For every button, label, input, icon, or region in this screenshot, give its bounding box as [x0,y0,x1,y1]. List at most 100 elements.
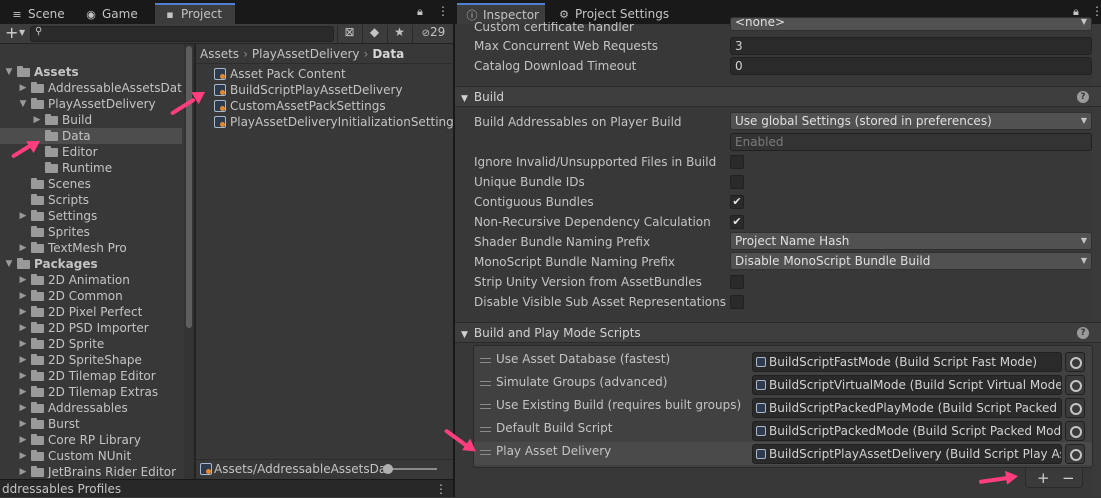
favorites-button[interactable]: ★ [387,25,411,43]
chevron-down-icon[interactable]: ▼ [4,256,14,272]
tree-item[interactable]: ▶ AddressableAssetsData [0,80,182,96]
contiguous-bundles-checkbox[interactable]: ✔ [730,195,744,209]
chevron-right-icon[interactable]: ▶ [18,448,28,464]
max-concurrent-requests-field[interactable]: 3 [730,37,1092,55]
shader-bundle-prefix-dropdown[interactable]: Project Name Hash [730,232,1092,250]
lock-icon[interactable]: 🔒︎ [417,5,423,19]
drag-handle-icon[interactable] [480,358,491,363]
chevron-right-icon[interactable]: ▶ [18,240,28,256]
object-picker-icon[interactable] [1065,352,1085,372]
list-item[interactable]: Simulate Groups (advanced) BuildScriptVi… [474,373,1092,396]
tree-item[interactable]: ▼ Assets [0,64,182,80]
object-picker-icon[interactable] [1065,398,1085,418]
tab-scene[interactable]: ≡ Scene [2,3,73,24]
script-object-field[interactable]: BuildScriptPackedPlayMode (Build Script … [752,398,1062,418]
tree-item[interactable]: ▼ PlayAssetDelivery [0,96,182,112]
object-picker-icon[interactable] [1065,375,1085,395]
scrollbar-thumb[interactable] [186,46,192,328]
list-item[interactable]: Default Build Script BuildScriptPackedMo… [474,419,1092,442]
build-section-header[interactable]: ▼ Build ? [455,86,1101,107]
chevron-down-icon[interactable]: ▼ [19,28,25,37]
tree-item[interactable]: ▶ Burst [0,416,182,432]
monoscript-bundle-prefix-dropdown[interactable]: Disable MonoScript Bundle Build [730,252,1092,270]
ignore-invalid-files-checkbox[interactable] [730,155,744,169]
tab-project-settings[interactable]: ⚙ Project Settings [549,3,677,24]
tree-item[interactable]: ▶ Addressables [0,400,182,416]
disable-sub-asset-checkbox[interactable] [730,295,744,309]
tree-item[interactable]: ▶ 2D Animation [0,272,182,288]
kebab-menu-icon[interactable]: ⋮ [435,480,447,498]
tree-item[interactable]: ▶ Build [0,112,182,128]
chevron-down-icon[interactable]: ▼ [18,96,28,112]
scripts-section-header[interactable]: ▼ Build and Play Mode Scripts ? [455,322,1101,343]
tree-item[interactable]: ▶ 2D Sprite [0,336,182,352]
slider-knob[interactable] [383,464,393,474]
strip-unity-version-checkbox[interactable] [730,275,744,289]
script-object-field[interactable]: BuildScriptVirtualMode (Build Script Vir… [752,375,1062,395]
help-icon[interactable]: ? [1077,91,1089,103]
chevron-down-icon[interactable]: ▼ [4,64,14,80]
search-by-type-button[interactable]: ⊠ [337,25,361,43]
tree-item[interactable]: Scripts [0,192,182,208]
tree-item[interactable]: ▶ Settings [0,208,182,224]
drag-handle-icon[interactable] [480,427,491,432]
object-picker-icon[interactable] [1065,421,1085,441]
tree-item[interactable]: ▶ 2D Tilemap Editor [0,368,182,384]
chevron-right-icon[interactable]: ▶ [18,416,28,432]
tab-project[interactable]: ▪ Project [155,3,235,24]
tree-item[interactable]: ▶ 2D Pixel Perfect [0,304,182,320]
add-script-button[interactable]: + [1037,469,1050,487]
chevron-right-icon[interactable]: ▶ [18,272,28,288]
tree-item[interactable]: Sprites [0,224,182,240]
chevron-right-icon[interactable]: ▶ [18,304,28,320]
drag-handle-icon[interactable] [480,381,491,386]
chevron-right-icon[interactable]: ▶ [18,320,28,336]
tree-scrollbar[interactable] [184,44,194,479]
script-object-field[interactable]: BuildScriptFastMode (Build Script Fast M… [752,352,1062,372]
icon-size-slider[interactable] [383,464,437,474]
tree-item[interactable]: ▶ TextMesh Pro [0,240,182,256]
tab-inspector[interactable]: ⓘ Inspector [457,3,545,24]
asset-item[interactable]: BuildScriptPlayAssetDelivery [214,82,403,98]
object-picker-icon[interactable] [1065,444,1085,464]
build-on-player-dropdown[interactable]: Use global Settings (stored in preferenc… [730,112,1092,130]
search-by-label-button[interactable]: ◆ [362,25,386,43]
drag-handle-icon[interactable] [480,404,491,409]
asset-item[interactable]: CustomAssetPackSettings [214,98,386,114]
addressables-profiles-tab[interactable]: ddressables Profiles ⋮ [0,479,453,497]
certificate-handler-dropdown[interactable]: <none> [730,17,1092,31]
list-item[interactable]: Use Existing Build (requires built group… [474,396,1092,419]
remove-script-button[interactable]: − [1062,469,1075,487]
chevron-right-icon[interactable]: ▶ [18,336,28,352]
asset-item[interactable]: PlayAssetDeliveryInitializationSettings [214,114,460,130]
tree-item[interactable]: ▶ 2D Common [0,288,182,304]
asset-item[interactable]: Asset Pack Content [214,66,346,82]
script-object-field[interactable]: BuildScriptPlayAssetDelivery (Build Scri… [752,444,1062,464]
kebab-menu-icon[interactable]: ⋮ [437,4,449,18]
breadcrumb-item[interactable]: Assets [200,47,239,61]
drag-handle-icon[interactable] [480,450,491,455]
chevron-right-icon[interactable]: ▶ [18,368,28,384]
catalog-timeout-field[interactable]: 0 [730,57,1092,75]
hidden-packages-toggle[interactable]: ⊘29 [412,25,454,43]
unique-bundle-ids-checkbox[interactable] [730,175,744,189]
chevron-right-icon[interactable]: ▶ [18,384,28,400]
chevron-right-icon[interactable]: ▶ [18,464,28,478]
tree-item[interactable]: ▶ Custom NUnit [0,448,182,464]
list-item[interactable]: Use Asset Database (fastest) BuildScript… [474,350,1092,373]
tree-item[interactable]: ▼ Packages [0,256,182,272]
tree-item[interactable]: ▶ 2D PSD Importer [0,320,182,336]
search-input[interactable]: ⚲ [30,26,334,42]
tree-item[interactable]: ▶ JetBrains Rider Editor [0,464,182,478]
tree-item[interactable]: Scenes [0,176,182,192]
non-recursive-dependency-checkbox[interactable]: ✔ [730,215,744,229]
chevron-right-icon[interactable]: ▶ [18,432,28,448]
tree-item[interactable]: ▶ Core RP Library [0,432,182,448]
chevron-right-icon[interactable]: ▶ [32,112,42,128]
breadcrumb-item[interactable]: PlayAssetDelivery [252,47,360,61]
tree-item[interactable]: ▶ 2D Tilemap Extras [0,384,182,400]
pane-divider[interactable] [194,44,196,479]
chevron-right-icon[interactable]: ▶ [18,208,28,224]
tree-item[interactable]: Runtime [0,160,182,176]
script-object-field[interactable]: BuildScriptPackedMode (Build Script Pack… [752,421,1062,441]
